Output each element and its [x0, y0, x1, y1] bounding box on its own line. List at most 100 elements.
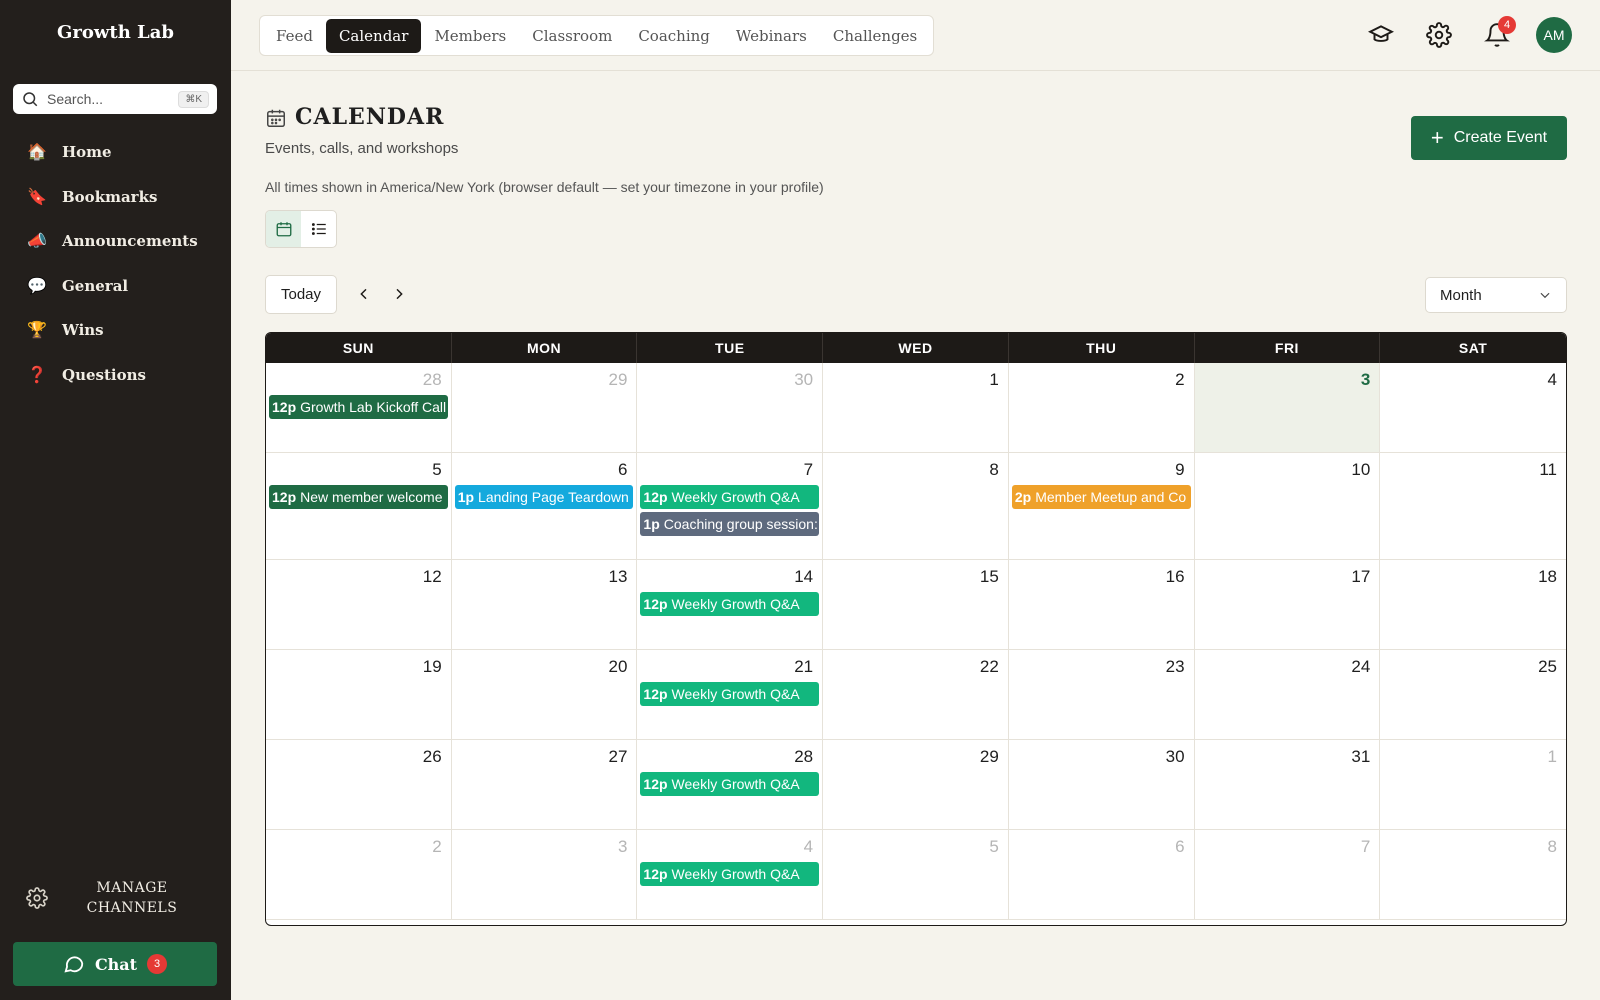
calendar-day-cell[interactable]: 1 [823, 363, 1009, 453]
previous-month-button[interactable] [353, 283, 375, 305]
calendar-day-cell[interactable]: 30 [1008, 740, 1195, 830]
notifications-button[interactable]: 4 [1484, 16, 1516, 48]
calendar-day-cell-today[interactable]: 3 [1194, 363, 1381, 453]
sidebar-item-questions[interactable]: ❓ Questions [0, 353, 231, 398]
calendar-day-cell[interactable]: 8 [1380, 830, 1566, 920]
calendar-day-cell[interactable]: 17 [1194, 560, 1381, 650]
top-bar: Feed Calendar Members Classroom Coaching Webi… [231, 0, 1600, 71]
calendar-event[interactable]: 12p Growth Lab Kickoff Call [269, 395, 448, 419]
calendar-day-cell[interactable]: 29 [823, 740, 1009, 830]
calendar-day-cell[interactable]: 10 [1194, 453, 1381, 560]
day-number: 16 [1165, 567, 1185, 586]
calendar-day-cell[interactable]: 8 [823, 453, 1009, 560]
sidebar-item-wins[interactable]: 🏆 Wins [0, 308, 231, 353]
calendar-day-cell[interactable]: 12 [266, 560, 452, 650]
page-subtitle: Events, calls, and workshops [265, 140, 459, 157]
day-number: 20 [608, 657, 628, 676]
sidebar-item-bookmarks[interactable]: 🔖 Bookmarks [0, 175, 231, 220]
calendar-day-cell[interactable]: 20 [451, 650, 638, 740]
calendar-day-cell[interactable]: 2 [1008, 363, 1195, 453]
tab-calendar[interactable]: Calendar [325, 18, 422, 53]
calendar-day-cell[interactable]: 7 12p Weekly Growth Q&A 1p Coaching group se… [637, 453, 824, 560]
tab-members[interactable]: Members [421, 19, 519, 53]
calendar-day-cell[interactable]: 24 [1194, 650, 1381, 740]
calendar-day-cell[interactable]: 3 [451, 830, 638, 920]
calendar-event[interactable]: 12p Weekly Growth Q&A [640, 592, 820, 616]
tab-challenges[interactable]: Challenges [820, 19, 930, 53]
calendar-view-button[interactable] [266, 211, 301, 247]
search-input[interactable]: Search... ⌘K [13, 84, 217, 114]
user-avatar[interactable]: AM [1536, 17, 1572, 53]
day-number: 28 [422, 370, 442, 389]
calendar-day-cell[interactable]: 21 12p Weekly Growth Q&A [637, 650, 824, 740]
tab-feed[interactable]: Feed [263, 19, 326, 53]
calendar-event[interactable]: 12p Weekly Growth Q&A [640, 862, 820, 886]
day-number: 19 [422, 657, 442, 676]
calendar-event[interactable]: 12p Weekly Growth Q&A [640, 772, 820, 796]
sidebar-item-general[interactable]: 💬 General [0, 264, 231, 309]
calendar-day-cell[interactable]: 19 [266, 650, 452, 740]
calendar-day-cell[interactable]: 7 [1194, 830, 1381, 920]
event-time: 12p [272, 399, 297, 415]
calendar-day-cell[interactable]: 16 [1008, 560, 1195, 650]
calendar-day-cell[interactable]: 4 [1380, 363, 1566, 453]
calendar-day-cell[interactable]: 13 [451, 560, 638, 650]
calendar-day-cell[interactable]: 4 12p Weekly Growth Q&A [637, 830, 824, 920]
calendar-icon [276, 222, 291, 237]
tab-classroom[interactable]: Classroom [519, 19, 625, 53]
tab-webinars[interactable]: Webinars [723, 19, 820, 53]
calendar-day-cell[interactable]: 11 [1380, 453, 1566, 560]
calendar-day-cell[interactable]: 26 [266, 740, 452, 830]
manage-channels-button[interactable]: MANAGE CHANNELS [26, 878, 216, 918]
settings-button[interactable] [1426, 22, 1452, 48]
calendar-day-cell[interactable]: 28 12p Weekly Growth Q&A [637, 740, 824, 830]
weekday-label: SAT [1458, 340, 1488, 356]
calendar-event[interactable]: 1p Coaching group session: [640, 512, 820, 536]
sidebar-item-announcements[interactable]: 📣 Announcements [0, 219, 231, 264]
calendar-day-cell[interactable]: 5 12p New member welcome [266, 453, 452, 560]
day-number: 18 [1538, 567, 1557, 586]
chat-bubble-icon [64, 956, 84, 973]
calendar-day-cell[interactable]: 2 [266, 830, 452, 920]
calendar-day-cell[interactable]: 9 2p Member Meetup and Co [1008, 453, 1195, 560]
calendar-day-cell[interactable]: 29 [451, 363, 638, 453]
calendar-day-cell[interactable]: 6 [1008, 830, 1195, 920]
calendar-day-cell[interactable]: 28 12p Growth Lab Kickoff Call [266, 363, 452, 453]
megaphone-icon: 📣 [27, 233, 47, 251]
day-number: 17 [1351, 567, 1371, 586]
manage-label-line1: MANAGE [96, 880, 168, 896]
calendar-day-cell[interactable]: 15 [823, 560, 1009, 650]
calendar-day-cell[interactable]: 1 [1380, 740, 1566, 830]
calendar-day-cell[interactable]: 23 [1008, 650, 1195, 740]
day-number: 12 [422, 567, 442, 586]
calendar-day-cell[interactable]: 27 [451, 740, 638, 830]
classroom-button[interactable] [1367, 22, 1395, 48]
tab-coaching[interactable]: Coaching [625, 19, 723, 53]
chevron-left-icon [360, 288, 367, 300]
calendar-day-cell[interactable]: 30 [637, 363, 824, 453]
calendar-event[interactable]: 1p Landing Page Teardown [454, 485, 634, 509]
calendar-event[interactable]: 2p Member Meetup and Co [1011, 485, 1191, 509]
calendar-event[interactable]: 12p Weekly Growth Q&A [640, 485, 820, 509]
day-number: 26 [422, 747, 442, 766]
calendar-grid: 28 12p Growth Lab Kickoff Call 29 30 1 2 3 4 5 12p… [266, 363, 1566, 920]
next-month-button[interactable] [388, 283, 410, 305]
calendar-day-cell[interactable]: 5 [823, 830, 1009, 920]
create-event-label: Create Event [1453, 129, 1548, 146]
today-button[interactable]: Today [265, 275, 337, 314]
calendar-day-cell[interactable]: 6 1p Landing Page Teardown [451, 453, 638, 560]
calendar-event[interactable]: 12p Weekly Growth Q&A [640, 682, 820, 706]
calendar-day-cell[interactable]: 25 [1380, 650, 1566, 740]
chat-unread-badge: 3 [147, 954, 168, 974]
sidebar-item-home[interactable]: 🏠 Home [0, 130, 231, 175]
day-number: 4 [803, 837, 814, 856]
calendar-day-cell[interactable]: 22 [823, 650, 1009, 740]
calendar-day-cell[interactable]: 18 [1380, 560, 1566, 650]
calendar-event[interactable]: 12p New member welcome [269, 485, 448, 509]
calendar-day-cell[interactable]: 14 12p Weekly Growth Q&A [637, 560, 824, 650]
list-view-button[interactable] [301, 211, 336, 247]
calendar-day-cell[interactable]: 31 [1194, 740, 1381, 830]
create-event-button[interactable]: + Create Event [1411, 116, 1567, 160]
chat-button[interactable]: Chat 3 [13, 942, 217, 986]
view-select[interactable]: Month [1425, 277, 1567, 313]
